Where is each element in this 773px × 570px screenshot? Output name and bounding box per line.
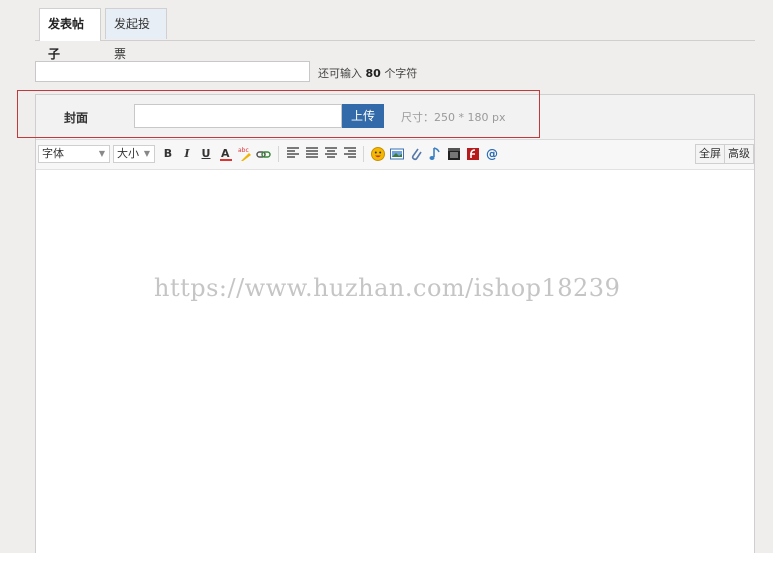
- chevron-down-icon: ▼: [98, 149, 105, 158]
- align-right-icon[interactable]: [342, 146, 358, 162]
- video-icon[interactable]: [446, 146, 462, 162]
- editor-toolbar: 字体 ▼ 大小 ▼ B I U A abc @ 全屏 高级: [36, 140, 754, 170]
- music-icon[interactable]: [427, 146, 443, 162]
- align-left-icon[interactable]: [285, 146, 301, 162]
- bold-button[interactable]: B: [160, 146, 176, 162]
- fullscreen-button[interactable]: 全屏: [695, 144, 725, 164]
- highlight-icon[interactable]: abc: [237, 146, 253, 162]
- italic-button[interactable]: I: [179, 146, 195, 162]
- font-family-select[interactable]: 字体 ▼: [38, 145, 110, 163]
- chevron-down-icon: ▼: [143, 149, 150, 158]
- underline-button[interactable]: U: [198, 146, 214, 162]
- font-color-icon[interactable]: A: [218, 146, 234, 162]
- title-input[interactable]: [35, 61, 310, 82]
- watermark-text: https://www.huzhan.com/ishop18239: [154, 274, 621, 302]
- tab-post[interactable]: 发表帖子: [39, 8, 101, 61]
- cover-label: 封面: [64, 111, 89, 125]
- char-hint-suffix: 个字符: [384, 67, 418, 80]
- font-select-label: 字体: [42, 147, 64, 160]
- upload-button[interactable]: 上传: [342, 104, 384, 128]
- cover-size-hint: 尺寸：250 * 180 px: [401, 111, 506, 124]
- cover-row: 封面 上传 尺寸：250 * 180 px: [36, 95, 754, 140]
- font-size-select[interactable]: 大小 ▼: [113, 145, 155, 163]
- tab-poll[interactable]: 发起投票: [105, 8, 167, 61]
- toolbar-divider: [363, 146, 364, 162]
- char-hint-count: 80: [365, 67, 381, 80]
- post-editor: 封面 上传 尺寸：250 * 180 px 字体 ▼ 大小 ▼ B I U A …: [35, 94, 755, 570]
- link-icon[interactable]: [256, 146, 272, 162]
- attachment-icon[interactable]: [408, 146, 424, 162]
- size-select-label: 大小: [117, 147, 139, 160]
- flash-icon[interactable]: [465, 146, 481, 162]
- advanced-button[interactable]: 高级: [724, 144, 754, 164]
- emoji-icon[interactable]: [370, 146, 386, 162]
- cover-input[interactable]: [134, 104, 342, 128]
- svg-text:A: A: [221, 147, 230, 160]
- editor-content-area[interactable]: https://www.huzhan.com/ishop18239: [36, 170, 754, 570]
- char-hint-prefix: 还可输入: [318, 67, 362, 80]
- bottom-strip: [0, 553, 773, 570]
- toolbar-divider: [278, 146, 279, 162]
- at-mention-icon[interactable]: @: [484, 146, 500, 162]
- align-justify-icon[interactable]: [304, 146, 320, 162]
- svg-text:abc: abc: [238, 147, 249, 154]
- tab-bar: 发表帖子 发起投票: [35, 8, 755, 61]
- char-count-hint: 还可输入 80 个字符: [318, 65, 417, 81]
- align-center-icon[interactable]: [323, 146, 339, 162]
- image-icon[interactable]: [389, 146, 405, 162]
